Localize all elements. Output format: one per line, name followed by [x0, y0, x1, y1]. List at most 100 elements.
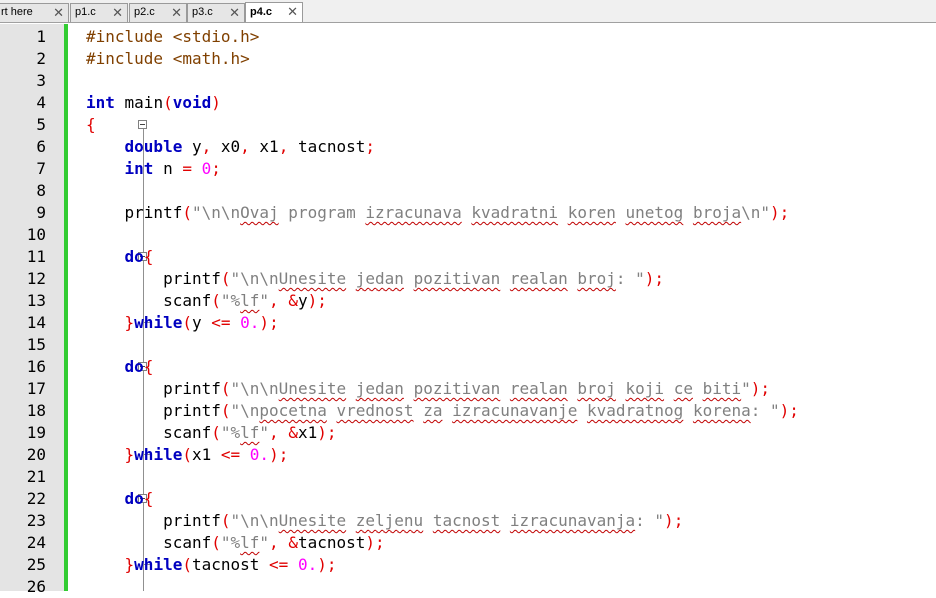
string: "\n\n	[230, 269, 279, 288]
brace: {	[143, 357, 154, 376]
keyword: do	[124, 247, 144, 266]
paren: (	[182, 555, 192, 574]
string: : "	[635, 511, 665, 530]
close-icon[interactable]: ✕	[287, 3, 298, 21]
line-number: 22	[26, 489, 46, 508]
line-number: 20	[26, 445, 46, 464]
preprocessor-directive: #include <stdio.h>	[86, 27, 260, 46]
preprocessor-directive: #include <math.h>	[86, 49, 250, 68]
close-icon[interactable]: ✕	[229, 4, 240, 22]
string	[414, 401, 424, 420]
comma: ,	[269, 291, 279, 310]
paren: (	[163, 93, 173, 112]
operator: &	[288, 533, 298, 552]
close-icon[interactable]: ✕	[53, 4, 64, 22]
identifier: x0	[211, 137, 241, 156]
string	[500, 379, 510, 398]
string	[500, 511, 510, 530]
fold-toggle-icon[interactable]	[138, 120, 147, 129]
code-line-13: scanf("%lf", &y);	[86, 290, 327, 312]
keyword: while	[134, 313, 183, 332]
code-line-5: {	[86, 114, 96, 136]
close-icon[interactable]: ✕	[171, 4, 182, 22]
tab-p4-c[interactable]: p4.c ✕	[245, 2, 303, 22]
string-word: pozitivan	[413, 379, 501, 398]
tab-start-here[interactable]: rt here ✕	[0, 3, 69, 22]
tab-label: p1.c	[75, 6, 96, 18]
semicolon: ;	[375, 533, 385, 552]
string	[664, 379, 674, 398]
comma: ,	[240, 137, 250, 156]
paren: )	[307, 291, 318, 310]
function-name: printf	[163, 511, 221, 530]
line-number: 19	[26, 423, 46, 442]
string-word: pocetna	[259, 401, 327, 420]
code-line-22: do{	[86, 488, 154, 510]
semicolon: ;	[326, 423, 337, 442]
tab-p2-c[interactable]: p2.c ✕	[129, 3, 187, 22]
semicolon: ;	[365, 137, 376, 156]
string	[568, 269, 578, 288]
string	[404, 379, 414, 398]
code-line-17: printf("\n\nUnesite jedan pozitivan real…	[86, 378, 770, 400]
string-word: tacnost	[432, 511, 501, 530]
paren: )	[317, 555, 327, 574]
string	[346, 269, 356, 288]
paren: )	[365, 533, 376, 552]
keyword: double	[124, 137, 183, 156]
code-editor[interactable]: 1 2 3 4 5 6 7 8 9 10 11 12 13 14 15 16 1…	[0, 24, 936, 596]
line-number: 14	[26, 313, 46, 332]
string: program	[278, 203, 366, 222]
keyword: int	[86, 93, 115, 112]
keyword: do	[124, 489, 144, 508]
tab-label: p4.c	[250, 6, 273, 18]
paren: )	[770, 203, 780, 222]
line-number: 25	[26, 555, 46, 574]
code-line-9: printf("\n\nOvaj program izracunava kvad…	[86, 202, 790, 224]
brace: }	[124, 445, 135, 464]
paren: (	[182, 313, 192, 332]
string: "	[259, 423, 270, 442]
paren: )	[779, 401, 790, 420]
paren: )	[211, 93, 221, 112]
close-icon[interactable]: ✕	[112, 4, 123, 22]
paren: (	[220, 379, 231, 398]
string: "%	[220, 423, 241, 442]
line-number: 11	[26, 247, 46, 266]
line-number: 8	[36, 181, 46, 200]
string	[423, 511, 433, 530]
identifier: y	[182, 137, 202, 156]
line-number: 1	[36, 27, 46, 46]
string-word: broja	[692, 203, 742, 222]
code-line-19: scanf("%lf", &x1);	[86, 422, 337, 444]
string-word: broj	[577, 379, 616, 398]
tab-p3-c[interactable]: p3.c ✕	[187, 3, 245, 22]
identifier: x1	[191, 445, 221, 464]
line-number: 15	[26, 335, 46, 354]
tab-p1-c[interactable]: p1.c ✕	[70, 3, 128, 22]
string: \n"	[741, 203, 771, 222]
operator: =	[182, 159, 192, 178]
code-line-4: int main(void)	[86, 92, 221, 114]
string-word: jedan	[355, 379, 404, 398]
code-line-24: scanf("%lf", &tacnost);	[86, 532, 385, 554]
semicolon: ;	[789, 401, 799, 420]
keyword: do	[124, 357, 144, 376]
keyword: int	[124, 159, 154, 178]
code-line-23: printf("\n\nUnesite zeljenu tacnost izra…	[86, 510, 683, 532]
string-word: realan	[509, 269, 568, 288]
string: "\n\n	[230, 379, 279, 398]
line-number: 18	[26, 401, 46, 420]
line-number: 26	[26, 577, 46, 596]
identifier: main	[114, 93, 164, 112]
line-number: 16	[26, 357, 46, 376]
paren: (	[211, 533, 221, 552]
line-number-gutter: 1 2 3 4 5 6 7 8 9 10 11 12 13 14 15 16 1…	[0, 24, 64, 596]
tab-label: p2.c	[134, 6, 155, 18]
